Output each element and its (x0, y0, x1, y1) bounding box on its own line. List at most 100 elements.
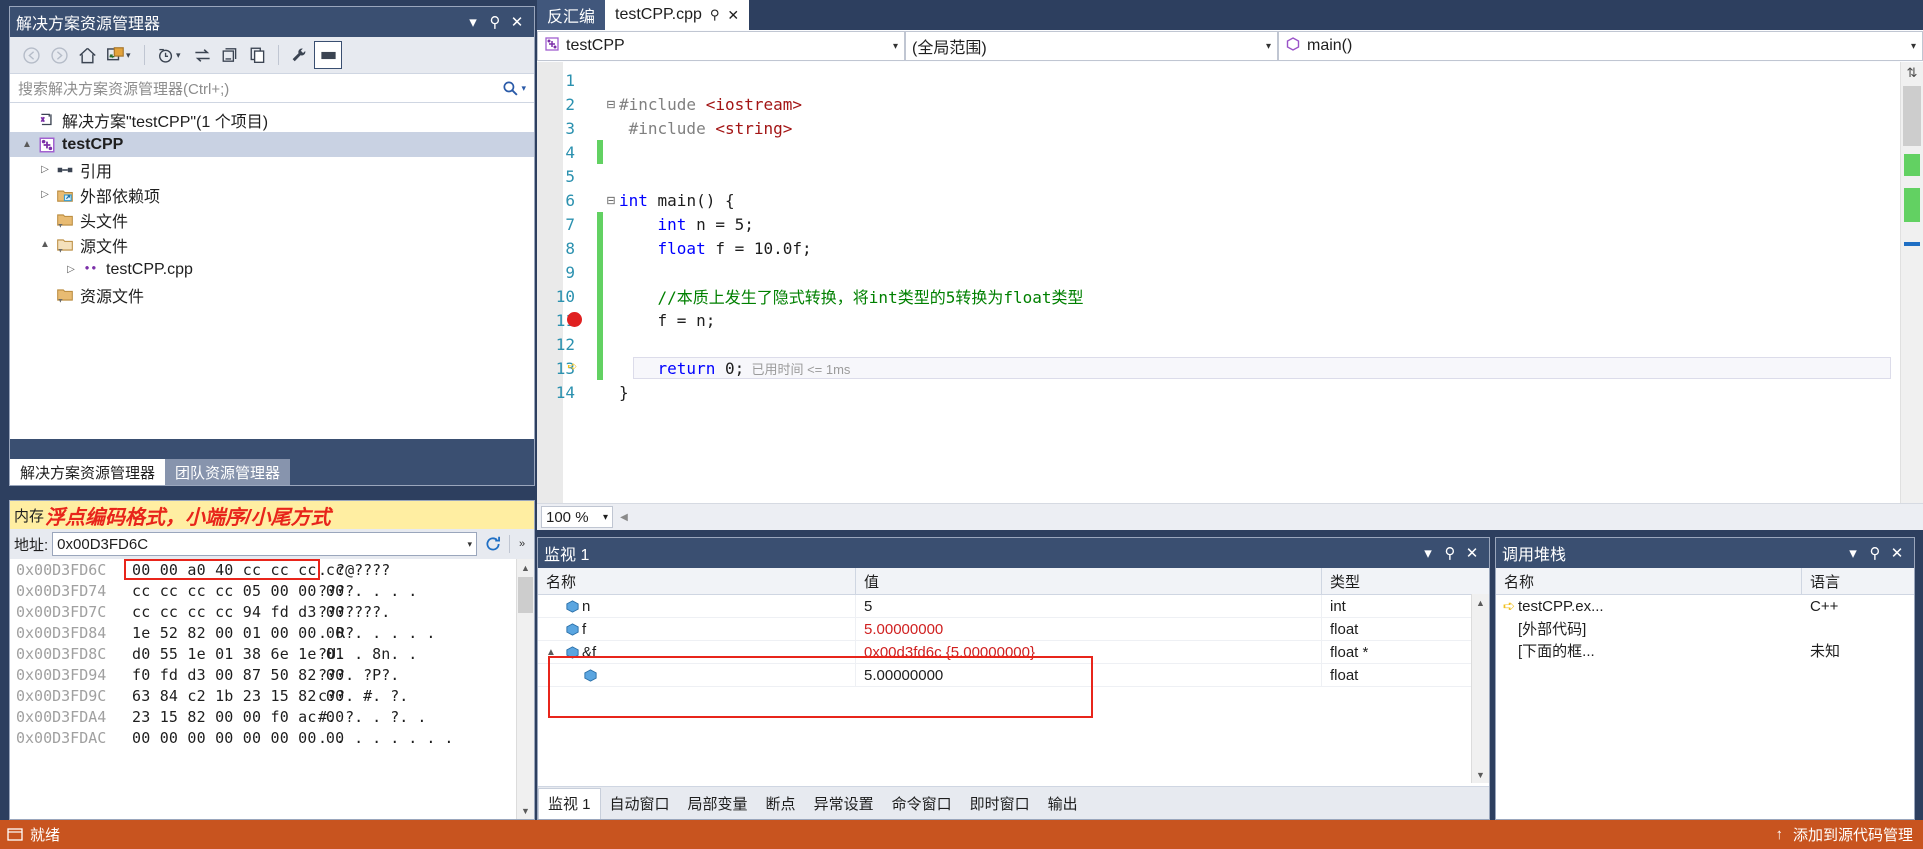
watch-value[interactable]: 0x00d3fd6c {5.00000000} (864, 644, 1035, 661)
code-line[interactable]: 5 (537, 164, 1899, 188)
chevron-down-icon[interactable]: ▾ (893, 41, 898, 52)
table-row[interactable]: [外部代码] (1496, 617, 1914, 639)
overflow-chevron-icon[interactable]: » (514, 538, 530, 550)
copy-icon[interactable] (245, 42, 271, 68)
memory-dump[interactable]: 0x00D3FD6C 00 00 a0 40 cc cc cc cc . ?@?… (10, 559, 534, 819)
tab-output[interactable]: 输出 (1039, 788, 1087, 818)
pending-changes-icon[interactable] (152, 42, 178, 68)
tree-item-external-dependencies[interactable]: ▷ 外部依赖项 (10, 182, 534, 207)
chevron-down-icon[interactable]: ▾ (1842, 542, 1864, 564)
watch-value[interactable]: 5 (864, 598, 872, 615)
watch-value[interactable]: 5.00000000 (864, 667, 943, 684)
column-header-name[interactable]: 名称 (1496, 568, 1802, 594)
tree-item-project-testcpp[interactable]: ▲ testCPP (10, 132, 534, 157)
tab-immediate-window[interactable]: 即时窗口 (961, 788, 1039, 818)
zoom-selector[interactable]: 100 % ▾ (541, 506, 613, 528)
table-row[interactable]: n 5 int (538, 595, 1489, 618)
project-selector[interactable]: testCPP ▾ (537, 31, 905, 61)
close-icon[interactable]: ✕ (506, 11, 528, 33)
pin-icon[interactable]: ⚲ (710, 7, 720, 23)
tab-team-explorer[interactable]: 团队资源管理器 (165, 459, 291, 485)
horizontal-scrollbar[interactable]: ◀ (615, 506, 1921, 528)
pin-icon[interactable]: ⚲ (484, 11, 506, 33)
solution-explorer-search[interactable]: 搜索解决方案资源管理器(Ctrl+;) ▾ (10, 74, 534, 103)
add-to-source-control-label[interactable]: 添加到源代码管理 (1793, 824, 1913, 845)
code-line[interactable]: 11 f = n; (537, 308, 1899, 332)
show-all-files-icon[interactable] (217, 42, 243, 68)
column-header-name[interactable]: 名称 (538, 568, 856, 594)
back-arrow-icon[interactable] (18, 42, 44, 68)
tab-exception-settings[interactable]: 异常设置 (805, 788, 883, 818)
table-row[interactable]: ▲ &f 0x00d3fd6c {5.00000000} float * (538, 641, 1489, 664)
pin-icon[interactable]: ⚲ (1864, 542, 1886, 564)
tab-command-window[interactable]: 命令窗口 (883, 788, 961, 818)
scroll-down-icon[interactable]: ▼ (1472, 766, 1489, 783)
code-line[interactable]: 4 (537, 140, 1899, 164)
table-row[interactable]: [下面的框... 未知 (1496, 639, 1914, 661)
address-input[interactable]: 0x00D3FD6C ▾ (52, 532, 477, 556)
editor-scrollbar[interactable]: ⇅ (1900, 62, 1923, 504)
upload-icon[interactable]: ↑ (1775, 826, 1783, 843)
fold-toggle-icon[interactable]: ⊟ (603, 98, 619, 111)
tree-item-references[interactable]: ▷ 引用 (10, 157, 534, 182)
tab-solution-explorer[interactable]: 解决方案资源管理器 (10, 459, 166, 485)
collapse-all-icon[interactable] (102, 42, 128, 68)
scroll-down-icon[interactable]: ▼ (517, 802, 534, 819)
breakpoint-icon[interactable] (567, 312, 582, 327)
tab-disassembly[interactable]: 反汇编 (537, 0, 606, 30)
watch-value[interactable]: 5.00000000 (864, 621, 943, 638)
chevron-down-icon[interactable]: ▾ (176, 50, 187, 61)
scrollbar-thumb[interactable] (518, 577, 533, 613)
chevron-down-icon[interactable]: ▾ (126, 50, 137, 61)
tree-item-testcpp-cpp[interactable]: ▷ testCPP.cpp (10, 257, 534, 282)
expander[interactable]: ▷ (62, 264, 80, 275)
column-header-language[interactable]: 语言 (1802, 571, 1914, 592)
refresh-icon[interactable] (481, 533, 505, 555)
tree-item-source-files[interactable]: ▲ 源文件 (10, 232, 534, 257)
chevron-down-icon[interactable]: ▾ (462, 11, 484, 33)
memory-scrollbar[interactable]: ▲ ▼ (516, 559, 534, 819)
scrollbar-thumb[interactable] (1903, 86, 1921, 146)
table-row[interactable]: ➪ testCPP.ex... C++ (1496, 595, 1914, 617)
preview-selected-icon[interactable] (314, 41, 342, 69)
scroll-left-icon[interactable]: ◀ (615, 512, 633, 523)
watch-rows[interactable]: n 5 int f 5.00000000 float ▲ &f 0x00d3fd… (538, 595, 1489, 687)
column-header-value[interactable]: 值 (856, 568, 1322, 594)
pin-icon[interactable]: ⚲ (1439, 542, 1461, 564)
code-line[interactable]: 12 (537, 332, 1899, 356)
code-line[interactable]: 2 ⊟ #include <iostream> (537, 92, 1899, 116)
table-row[interactable]: 5.00000000 float (538, 664, 1489, 687)
scope-selector[interactable]: (全局范围) ▾ (905, 31, 1278, 61)
chevron-down-icon[interactable]: ▾ (1266, 41, 1271, 52)
home-icon[interactable] (74, 42, 100, 68)
code-line[interactable]: 9 (537, 260, 1899, 284)
close-icon[interactable]: ✕ (1461, 542, 1483, 564)
tree-item-solution[interactable]: 解决方案"testCPP"(1 个项目) (10, 107, 534, 132)
code-line[interactable]: 6 ⊟ int main() { (537, 188, 1899, 212)
code-line[interactable]: 14} (537, 380, 1899, 404)
column-header-type[interactable]: 类型 (1322, 571, 1489, 592)
close-icon[interactable]: ✕ (1886, 542, 1908, 564)
close-icon[interactable]: ✕ (727, 7, 739, 24)
solution-tree[interactable]: 解决方案"testCPP"(1 个项目) ▲ testCPP ▷ 引用 ▷ 外部… (10, 103, 534, 439)
tree-item-header-files[interactable]: 头文件 (10, 207, 534, 232)
expander[interactable]: ▲ (546, 647, 562, 658)
code-line[interactable]: 10 //本质上发生了隐式转换，将int类型的5转换为float类型 (537, 284, 1899, 308)
expander[interactable]: ▲ (18, 139, 36, 150)
scroll-up-icon[interactable]: ▲ (1472, 594, 1489, 611)
fold-toggle-icon[interactable]: ⊟ (603, 194, 619, 207)
expander[interactable]: ▷ (36, 189, 54, 200)
table-row[interactable]: f 5.00000000 float (538, 618, 1489, 641)
tree-item-resource-files[interactable]: 资源文件 (10, 282, 534, 307)
code-line[interactable]: ➪ 13 return 0; 已用时间 <= 1ms (537, 356, 1899, 380)
search-icon[interactable]: ▾ (502, 80, 526, 97)
tab-locals[interactable]: 局部变量 (679, 788, 757, 818)
forward-arrow-icon[interactable] (46, 42, 72, 68)
sync-icon[interactable] (189, 42, 215, 68)
chevron-down-icon[interactable]: ▾ (603, 512, 608, 523)
code-editor[interactable]: 1 2 ⊟ #include <iostream> 3 #include <string… (537, 62, 1923, 530)
properties-icon[interactable] (286, 42, 312, 68)
chevron-down-icon[interactable]: ▾ (467, 539, 472, 550)
tab-breakpoints[interactable]: 断点 (757, 788, 805, 818)
code-lines[interactable]: 1 2 ⊟ #include <iostream> 3 #include <string… (537, 68, 1899, 404)
